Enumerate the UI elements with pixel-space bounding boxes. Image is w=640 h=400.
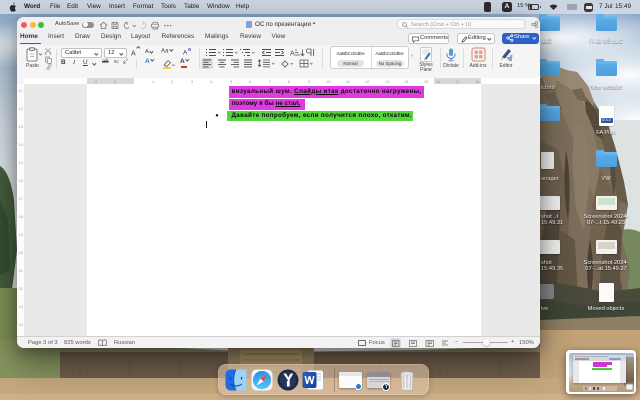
svg-text:A: A: [290, 51, 295, 58]
